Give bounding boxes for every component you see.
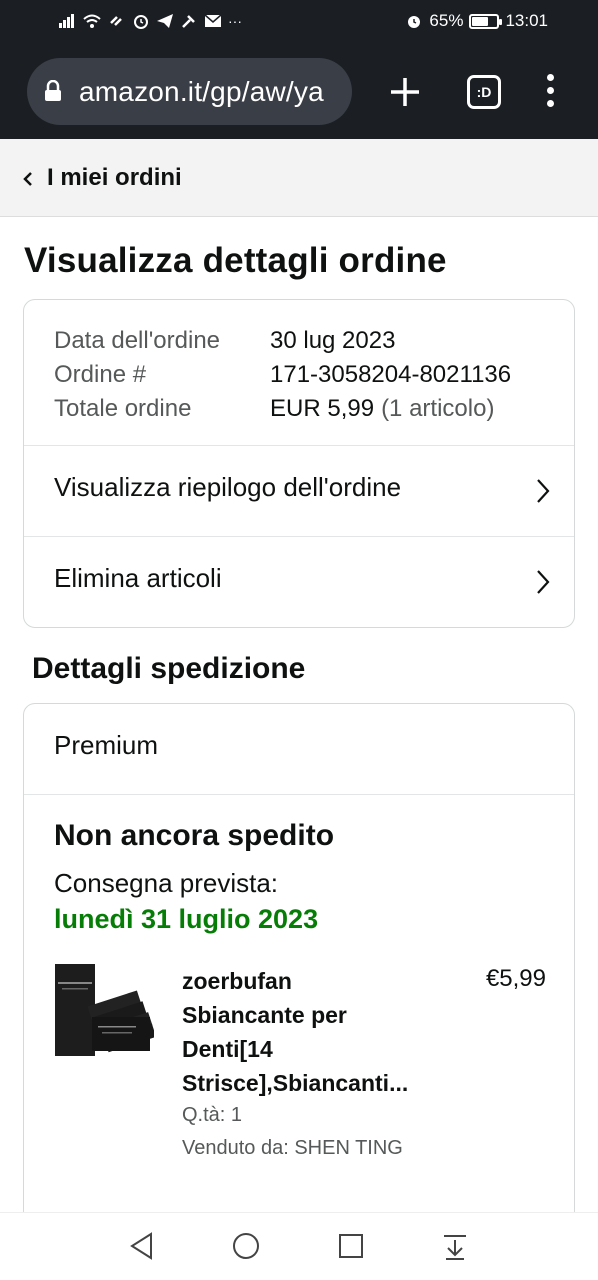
- shipping-method: Premium: [54, 730, 159, 760]
- link-icon: [110, 16, 122, 26]
- order-number-value: 171-3058204-8021136: [270, 361, 512, 388]
- product-image[interactable]: [54, 962, 154, 1058]
- order-date-label: Data dell'ordine: [54, 327, 221, 354]
- page-title: Visualizza dettagli ordine: [24, 241, 447, 280]
- wifi-icon: [83, 14, 101, 28]
- divider: [24, 794, 574, 795]
- product-quantity: Q.tà: 1: [182, 1104, 243, 1126]
- product-name-line: Denti[14: [182, 1036, 273, 1062]
- product-seller: Venduto da: SHEN TING: [182, 1137, 403, 1159]
- delivery-date: lunedì 31 luglio 2023: [54, 904, 319, 934]
- recents-square-icon[interactable]: [336, 1231, 366, 1261]
- shipment-status: Non ancora spedito: [54, 819, 335, 852]
- view-order-summary-label: Visualizza riepilogo dell'ordine: [54, 472, 402, 502]
- order-date-value: 30 lug 2023: [270, 327, 396, 354]
- status-right: 65% 13:01: [405, 11, 548, 31]
- order-number-label: Ordine #: [54, 361, 147, 388]
- battery-percent: 65%: [429, 11, 464, 30]
- browser-chrome: ··· 65% 13:01 amazon.it/gp/aw/ya :D: [0, 0, 598, 139]
- auction-icon: [182, 15, 195, 28]
- delivery-label: Consegna prevista:: [54, 868, 279, 898]
- shipping-section-title: Dettagli spedizione: [32, 652, 306, 685]
- order-info: Data dell'ordine 30 lug 2023 Ordine # 17…: [54, 324, 511, 426]
- url-text[interactable]: amazon.it/gp/aw/ya: [79, 76, 324, 108]
- system-nav-bar: [0, 1212, 598, 1280]
- breadcrumb[interactable]: I miei ordini: [0, 139, 598, 217]
- shipment-card: Premium Non ancora spedito Consegna prev…: [23, 703, 575, 1223]
- mail-icon: [204, 14, 222, 27]
- signal-icon: [59, 14, 74, 28]
- view-order-summary-link[interactable]: Visualizza riepilogo dell'ordine: [24, 446, 574, 537]
- product-name-line: Sbiancante per: [182, 1002, 347, 1028]
- back-triangle-icon[interactable]: [127, 1231, 157, 1261]
- status-bar: ··· 65% 13:01: [0, 0, 598, 44]
- order-item-count: (1 articolo): [381, 395, 495, 422]
- new-tab-icon[interactable]: [385, 72, 425, 112]
- alarm-icon: [408, 16, 421, 28]
- notification-pulldown-icon[interactable]: [440, 1231, 470, 1261]
- order-date-row: Data dell'ordine 30 lug 2023: [54, 324, 511, 358]
- order-total-row: Totale ordine EUR 5,99 (1 articolo): [54, 392, 511, 426]
- order-number-row: Ordine # 171-3058204-8021136: [54, 358, 511, 392]
- telegram-icon: [157, 14, 173, 28]
- chevron-right-icon: [537, 479, 550, 503]
- overflow-menu-icon[interactable]: [540, 74, 560, 112]
- lock-icon: [45, 80, 61, 101]
- clock: 13:01: [505, 11, 548, 30]
- url-bar[interactable]: amazon.it/gp/aw/ya: [27, 58, 352, 125]
- product-name-line: Strisce],Sbiancanti...: [182, 1070, 409, 1096]
- more-notifications: ···: [228, 13, 242, 29]
- product-price: €5,99: [485, 965, 546, 992]
- chevron-right-icon: [537, 570, 550, 594]
- chevron-left-icon: [23, 172, 32, 186]
- delete-items-link[interactable]: Elimina articoli: [24, 537, 574, 627]
- tab-switcher-button[interactable]: :D: [467, 75, 501, 109]
- order-total-value: EUR 5,99: [270, 395, 375, 422]
- status-icons: ···: [58, 12, 242, 30]
- battery-icon: [469, 13, 503, 29]
- product-name-line: zoerbufan: [182, 968, 292, 994]
- order-total-label: Totale ordine: [54, 395, 192, 422]
- order-info-card: Data dell'ordine 30 lug 2023 Ordine # 17…: [23, 299, 575, 628]
- delete-items-label: Elimina articoli: [54, 563, 222, 593]
- back-to-orders-link[interactable]: I miei ordini: [47, 164, 182, 192]
- product-name-link[interactable]: zoerbufan Sbiancante per Denti[14 Strisc…: [182, 964, 442, 1100]
- home-circle-icon[interactable]: [231, 1231, 261, 1261]
- alarm-icon: [134, 15, 148, 29]
